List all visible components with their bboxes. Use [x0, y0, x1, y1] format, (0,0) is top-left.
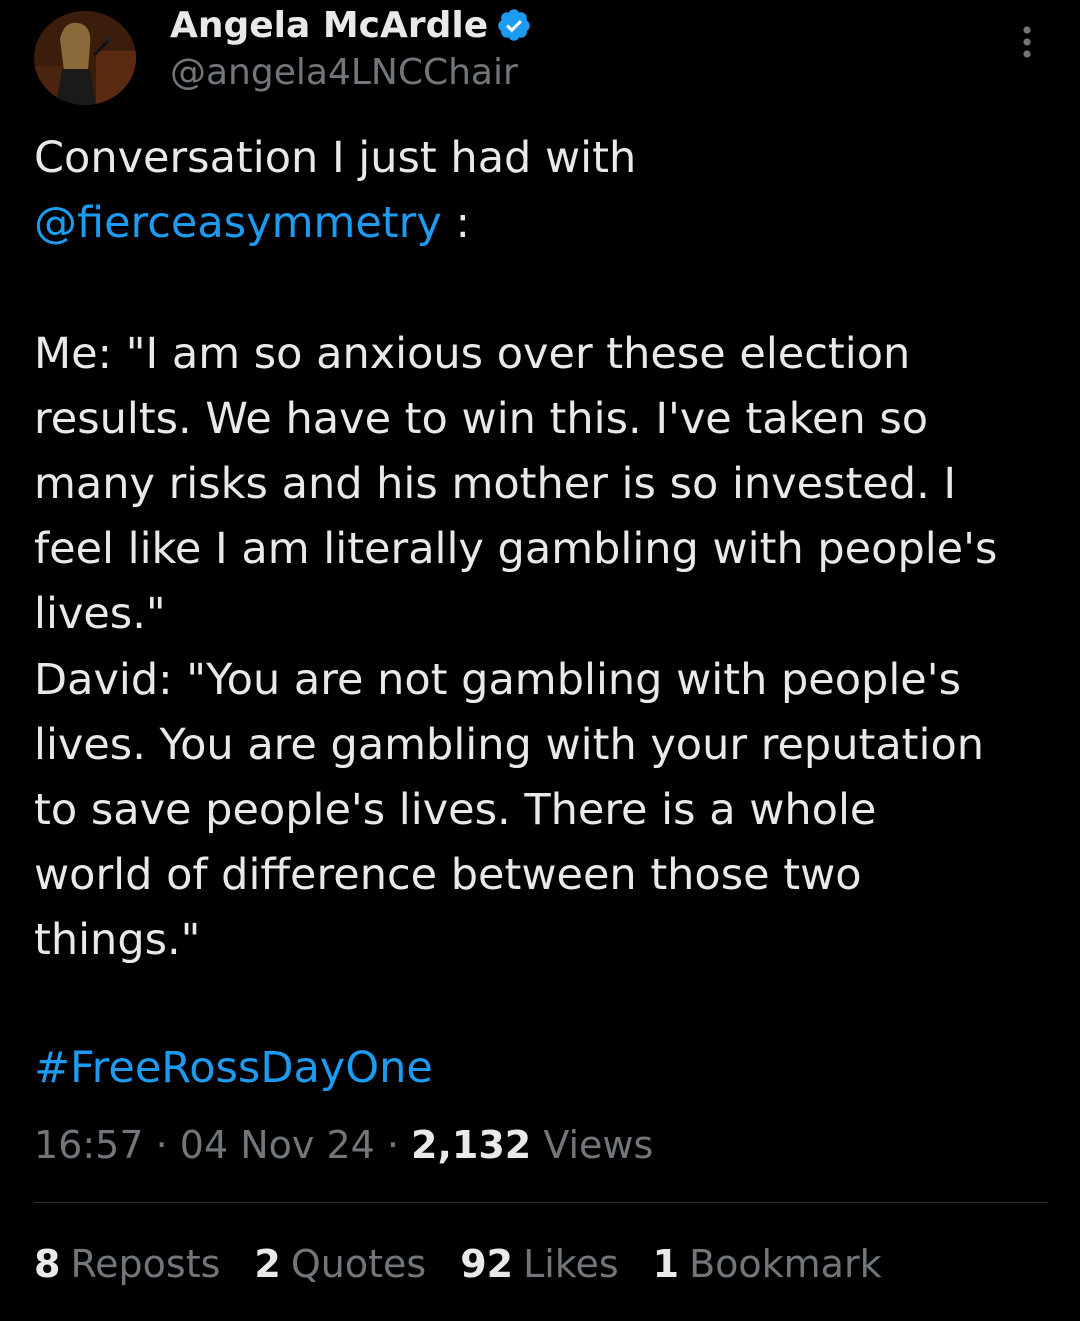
tweet-line: world of difference between those two — [34, 850, 862, 901]
verified-badge-icon[interactable] — [496, 7, 532, 43]
avatar-image — [34, 11, 136, 105]
more-options-icon[interactable] — [1010, 20, 1044, 64]
quotes-count: 2 — [254, 1242, 281, 1286]
reposts-count: 8 — [34, 1242, 61, 1286]
display-name-row: Angela McArdle — [170, 2, 532, 48]
engagement-stats: 8 Reposts 2 Quotes 92 Likes 1 Bookmark — [34, 1236, 882, 1292]
reposts-stat[interactable]: 8 Reposts — [34, 1236, 220, 1292]
tweet-line: @fierceasymmetry : — [34, 191, 1054, 256]
tweet-line: Me: "I am so anxious over these election — [34, 328, 911, 379]
tweet-text: Conversation I just had with @fierceasym… — [34, 126, 1054, 974]
hashtag-link[interactable]: #FreeRossDayOne — [34, 1043, 433, 1093]
tweet-line: Conversation I just had with — [34, 133, 637, 183]
tweet-line: David: "You are not gambling with people… — [34, 654, 961, 705]
avatar[interactable] — [34, 11, 136, 105]
likes-stat[interactable]: 92 Likes — [460, 1236, 618, 1292]
hashtag-line: #FreeRossDayOne — [34, 1036, 433, 1101]
likes-count: 92 — [460, 1242, 514, 1286]
quotes-stat[interactable]: 2 Quotes — [254, 1236, 426, 1292]
tweet-line: feel like I am literally gambling with p… — [34, 524, 998, 575]
views-label: Views — [531, 1123, 654, 1167]
divider — [34, 1202, 1048, 1203]
tweet-line: results. We have to win this. I've taken… — [34, 393, 929, 444]
tweet-meta: 16:57 · 04 Nov 24 · 2,132 Views — [34, 1117, 653, 1173]
meta-separator: · — [374, 1123, 412, 1167]
tweet-line: to save people's lives. There is a whole — [34, 785, 877, 836]
mention-suffix: : — [441, 198, 470, 249]
tweet-line: many risks and his mother is so invested… — [34, 459, 957, 509]
display-name[interactable]: Angela McArdle — [170, 5, 488, 46]
tweet-line: lives." — [34, 589, 166, 640]
bookmarks-label: Bookmark — [689, 1242, 882, 1286]
meta-separator: · — [143, 1123, 180, 1167]
likes-label: Likes — [523, 1242, 619, 1286]
quotes-label: Quotes — [290, 1242, 427, 1286]
bookmarks-count: 1 — [652, 1242, 680, 1286]
reposts-label: Reposts — [70, 1242, 221, 1286]
user-handle[interactable]: @angela4LNCChair — [170, 52, 532, 93]
mention-link[interactable]: @fierceasymmetry — [34, 198, 442, 248]
tweet-line: lives. You are gambling with your reputa… — [34, 719, 985, 770]
tweet-line: things." — [34, 915, 201, 966]
tweet-date[interactable]: 04 Nov 24 — [180, 1123, 375, 1167]
views-count: 2,132 — [411, 1123, 532, 1167]
user-info: Angela McArdle @angela4LNCChair — [170, 2, 532, 93]
bookmarks-stat[interactable]: 1 Bookmark — [653, 1236, 882, 1292]
tweet-time[interactable]: 16:57 — [34, 1123, 144, 1167]
